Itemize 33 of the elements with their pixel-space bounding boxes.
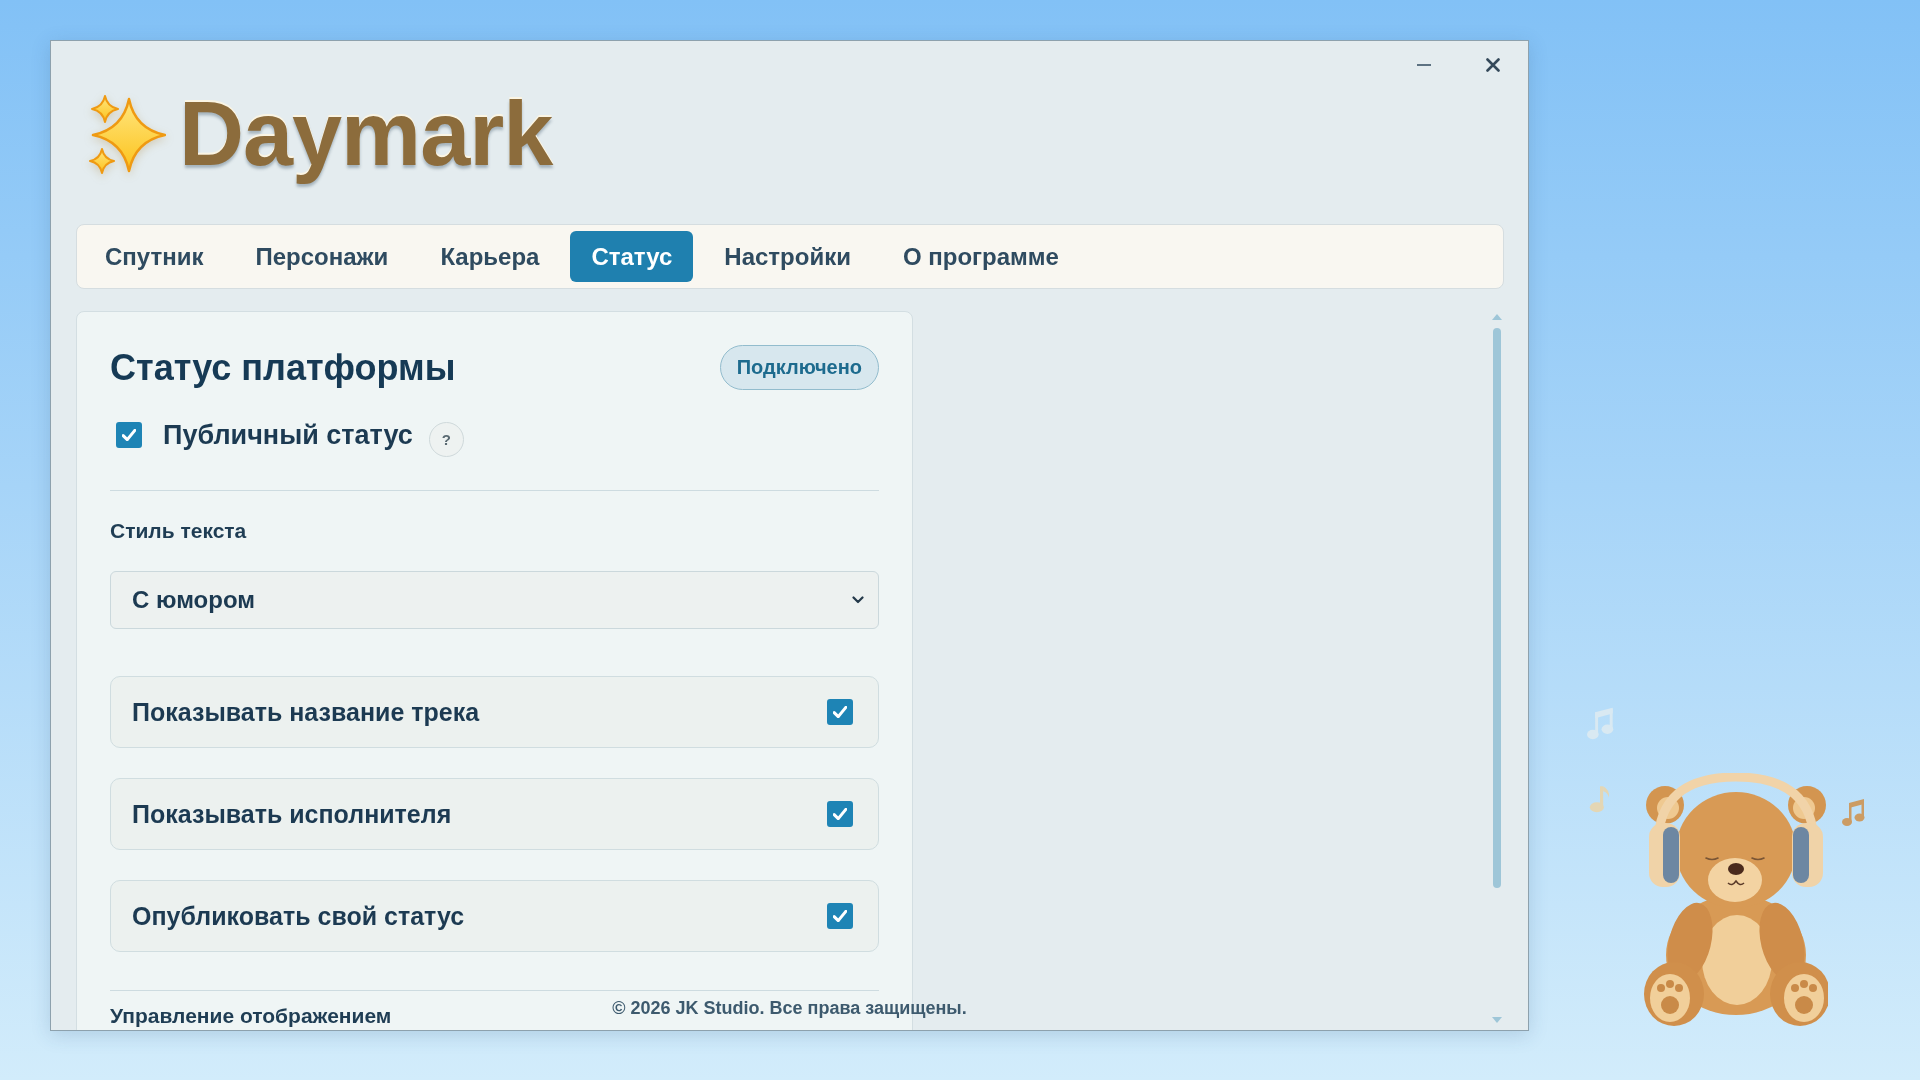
checkbox[interactable] xyxy=(827,903,853,929)
music-note-icon xyxy=(1587,706,1615,742)
option-label: Опубликовать свой статус xyxy=(132,901,465,931)
option-label: Показывать название трека xyxy=(132,697,480,727)
music-note-icon xyxy=(1842,798,1866,828)
tab[interactable]: Карьера xyxy=(419,231,561,282)
tab[interactable]: Настройки xyxy=(703,231,872,282)
close-icon xyxy=(1486,58,1500,72)
checkmark-icon xyxy=(833,706,847,718)
option-label: Показывать исполнителя xyxy=(132,799,452,829)
checkbox-label: Публичный статус xyxy=(163,419,413,451)
minimize-icon xyxy=(1417,64,1431,66)
logo-text: Daymark xyxy=(178,83,554,186)
chevron-down-icon xyxy=(852,596,864,604)
music-note-icon xyxy=(1588,785,1612,813)
scrollbar-thumb[interactable] xyxy=(1493,328,1501,888)
checkbox[interactable] xyxy=(116,422,142,448)
help-button[interactable]: ? xyxy=(428,421,464,457)
section-heading: Управление отображением xyxy=(110,1005,392,1027)
status-badge: Подключено xyxy=(719,345,879,390)
copyright-text: © 2026 JK Studio. Все права защищены. xyxy=(612,998,967,1019)
tab[interactable]: Персонажи xyxy=(234,231,410,282)
checkmark-icon xyxy=(833,808,847,820)
tab[interactable]: Статус xyxy=(570,231,694,282)
checkmark-icon xyxy=(833,910,847,922)
field-label: Стиль текста xyxy=(110,519,247,543)
tab[interactable]: Спутник xyxy=(84,231,225,282)
panel-title: Статус платформы xyxy=(110,347,456,388)
tab[interactable]: О программе xyxy=(881,231,1080,282)
checkmark-icon xyxy=(122,429,136,441)
checkbox[interactable] xyxy=(827,699,853,725)
checkbox[interactable] xyxy=(827,801,853,827)
text-style-select[interactable]: С юмором xyxy=(110,571,879,629)
